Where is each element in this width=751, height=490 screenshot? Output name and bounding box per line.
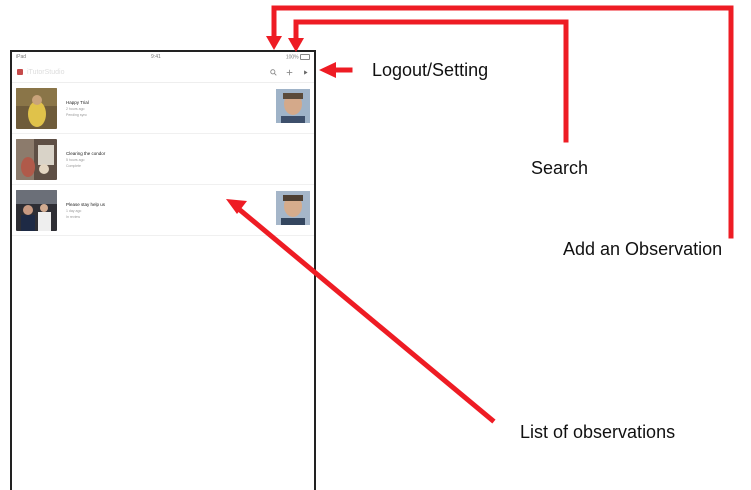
search-arrow <box>293 19 569 143</box>
callout-list-of-observations: List of observations <box>520 422 676 442</box>
search-arrowhead <box>288 38 304 52</box>
logout-setting-arrowhead <box>319 62 336 78</box>
callout-add-observation: Add an Observation <box>563 239 723 259</box>
callout-logout-setting: Logout/Setting <box>372 60 489 80</box>
list-observations-arrow <box>236 206 496 424</box>
add-observation-arrow <box>271 5 734 239</box>
callout-search: Search <box>531 158 589 178</box>
add-observation-arrowhead <box>266 36 282 50</box>
